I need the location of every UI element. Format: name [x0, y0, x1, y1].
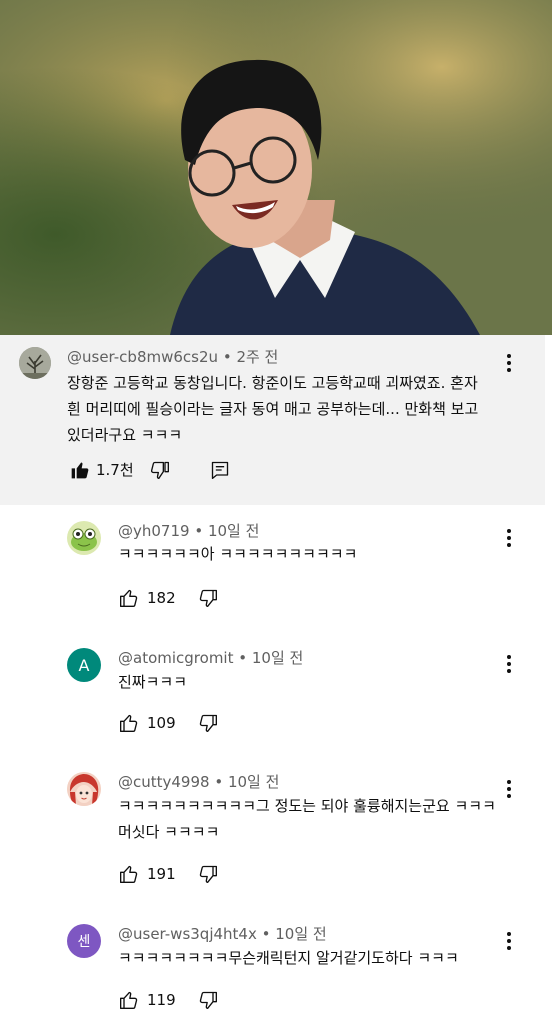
- comment-meta: @yh0719 • 10일 전: [118, 522, 260, 540]
- dislike-icon[interactable]: [150, 460, 170, 480]
- comment-text-line: 장항준 고등학교 동창입니다. 항준이도 고등학교때 괴짜였죠. 혼자: [67, 374, 478, 392]
- dislike-icon[interactable]: [198, 713, 218, 733]
- comment-actions: 119: [119, 990, 218, 1010]
- like-icon[interactable]: [119, 864, 139, 884]
- like-icon[interactable]: [119, 588, 139, 608]
- comment-actions: 191: [119, 864, 218, 884]
- dislike-icon[interactable]: [198, 588, 218, 608]
- comment-text: ㅋㅋㅋㅋㅋㅋㅋㅋ무슨캐릭턴지 알거같기도하다 ㅋㅋㅋ: [118, 949, 459, 967]
- avatar-letter: A: [78, 655, 90, 675]
- avatar[interactable]: A: [67, 648, 101, 682]
- comment-text-line: ㅋㅋㅋㅋㅋㅋㅋㅋㅋㅋ그 정도는 되야 훌륭해지는군요 ㅋㅋㅋ: [118, 797, 496, 815]
- tree-avatar-icon: [19, 347, 51, 379]
- reply-icon[interactable]: [210, 460, 230, 480]
- more-vert-icon[interactable]: [499, 526, 519, 550]
- comment-text-line: 있더라구요 ㅋㅋㅋ: [67, 426, 183, 444]
- comment-meta: @user-ws3qj4ht4x • 10일 전: [118, 925, 327, 943]
- comment-actions: 109: [119, 713, 218, 733]
- comment-meta: @user-cb8mw6cs2u • 2주 전: [67, 346, 278, 367]
- comment-meta: @cutty4998 • 10일 전: [118, 773, 280, 791]
- like-icon[interactable]: [119, 713, 139, 733]
- comment-username[interactable]: @cutty4998: [118, 773, 210, 791]
- like-count: 1.7천: [96, 461, 134, 479]
- cartoon-girl-avatar-icon: [67, 772, 101, 806]
- avatar[interactable]: 센: [67, 924, 101, 958]
- comment-text-line: 흰 머리띠에 필승이라는 글자 동여 매고 공부하는데... 만화책 보고: [67, 400, 479, 418]
- comment-text: 장항준 고등학교 동창입니다. 항준이도 고등학교때 괴짜였죠. 혼자 흰 머리…: [67, 370, 537, 448]
- dislike-icon[interactable]: [198, 864, 218, 884]
- avatar[interactable]: [67, 772, 101, 806]
- comment-text: 진짜ㅋㅋㅋ: [118, 673, 188, 691]
- comment-text: ㅋㅋㅋㅋㅋㅋㅋㅋㅋㅋ그 정도는 되야 훌륭해지는군요 ㅋㅋㅋ 머싯다 ㅋㅋㅋㅋ: [118, 793, 508, 845]
- comment-time: 10일 전: [207, 522, 260, 540]
- comment-username[interactable]: @user-cb8mw6cs2u: [67, 348, 218, 366]
- comment-username[interactable]: @user-ws3qj4ht4x: [118, 925, 257, 943]
- comment-time: 10일 전: [275, 925, 327, 943]
- avatar[interactable]: [19, 347, 51, 379]
- comment-text-line: 머싯다 ㅋㅋㅋㅋ: [118, 823, 220, 841]
- like-filled-icon[interactable]: [70, 460, 90, 480]
- comment-time: 10일 전: [227, 773, 280, 791]
- comment-time: 10일 전: [251, 649, 304, 667]
- highlighted-comment: @user-cb8mw6cs2u • 2주 전 장항준 고등학교 동창입니다. …: [0, 335, 545, 505]
- comment-actions: 1.7천: [70, 459, 230, 480]
- dislike-icon[interactable]: [198, 990, 218, 1010]
- meta-separator: •: [222, 348, 237, 366]
- avatar-letter: 센: [77, 934, 91, 950]
- frog-avatar-icon: [71, 528, 97, 551]
- comment-time: 2주 전: [236, 348, 279, 366]
- comment-username[interactable]: @yh0719: [118, 522, 190, 540]
- comment-actions: 182: [119, 588, 218, 608]
- comment-username[interactable]: @atomicgromit: [118, 649, 233, 667]
- video-thumbnail-photo: [0, 0, 552, 335]
- comment-meta: @atomicgromit • 10일 전: [118, 649, 304, 667]
- avatar[interactable]: [67, 521, 101, 555]
- more-vert-icon[interactable]: [499, 652, 519, 676]
- comment-text: ㅋㅋㅋㅋㅋㅋ아 ㅋㅋㅋㅋㅋㅋㅋㅋㅋㅋ: [118, 545, 358, 563]
- like-icon[interactable]: [119, 990, 139, 1010]
- like-count: 119: [147, 991, 176, 1009]
- like-count: 109: [147, 714, 176, 732]
- like-count: 191: [147, 865, 176, 883]
- like-count: 182: [147, 589, 176, 607]
